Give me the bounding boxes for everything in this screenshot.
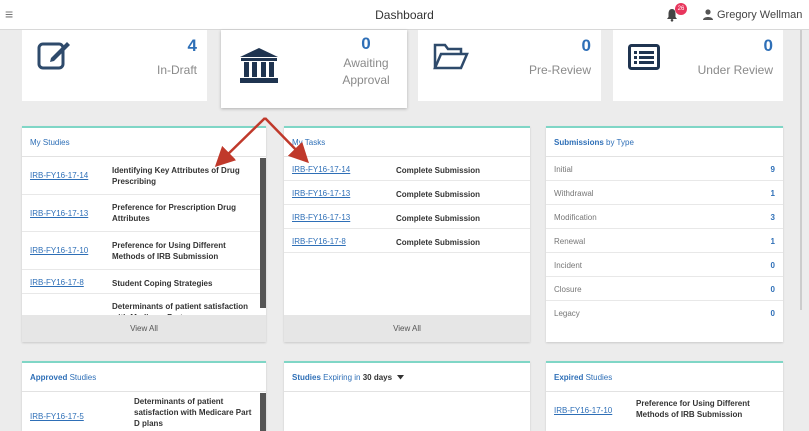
- arrow-to-my-tasks: [264, 117, 309, 164]
- annotation-arrows: [214, 117, 309, 167]
- arrow-to-my-studies: [214, 117, 266, 167]
